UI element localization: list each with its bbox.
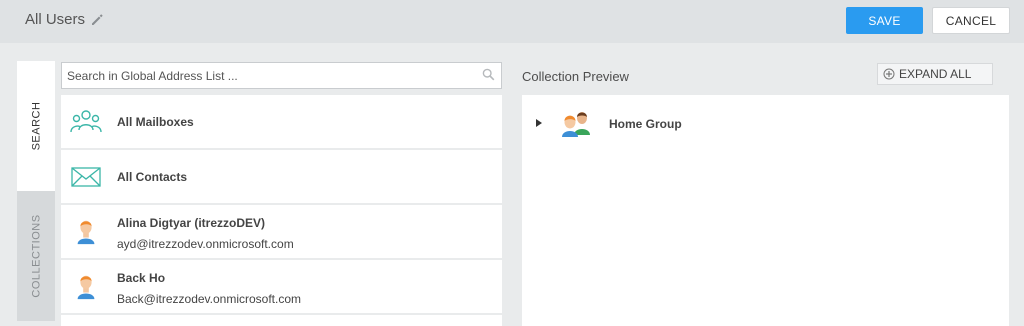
expand-all-button[interactable]: EXPAND ALL [877,63,993,85]
search-box [61,62,502,89]
vertical-tab-bar: SEARCH COLLECTIONS [17,61,56,326]
top-bar: All Users SAVE CANCEL [0,0,1024,43]
search-icon[interactable] [482,68,495,81]
search-panel: All Mailboxes All Contacts Ali [55,58,505,326]
mailboxes-group-icon [70,110,102,133]
list-item-label: All Contacts [117,170,188,184]
collection-preview-panel: Home Group [522,95,1009,326]
group-avatar-icon [562,112,590,137]
user-avatar-icon [77,220,95,245]
list-item-label: Back Ho [117,271,166,285]
tab-search-label: SEARCH [30,101,43,151]
collection-preview-title: Collection Preview [522,69,629,84]
expand-all-label: EXPAND ALL [899,67,972,81]
save-button[interactable]: SAVE [846,7,923,34]
list-item[interactable]: All Contacts [61,150,502,203]
user-avatar-icon [77,275,95,300]
list-item-label: Alina Digtyar (itrezzoDEV) [117,216,266,230]
list-item-email: Back@itrezzodev.onmicrosoft.com [117,292,302,306]
page-title: All Users [25,11,86,28]
expand-caret-icon[interactable] [536,119,542,127]
tab-collections-label: COLLECTIONS [30,214,43,298]
pencil-edit-icon[interactable] [90,13,104,27]
list-item[interactable]: Back Ho Back@itrezzodev.onmicrosoft.com [61,260,502,313]
list-item-label: All Mailboxes [117,115,194,129]
tree-item-label[interactable]: Home Group [609,117,682,131]
list-item[interactable]: Alina Digtyar (itrezzoDEV) ayd@itrezzode… [61,205,502,258]
tab-search[interactable]: SEARCH [17,61,56,191]
list-item[interactable]: All Mailboxes [61,95,502,148]
list-item-email: ayd@itrezzodev.onmicrosoft.com [117,237,294,251]
cancel-button[interactable]: CANCEL [932,7,1010,34]
search-input[interactable] [67,67,477,85]
plus-circle-icon [883,68,895,80]
tab-collections[interactable]: COLLECTIONS [17,191,56,321]
envelope-icon [71,167,101,187]
list-item[interactable] [61,315,502,326]
